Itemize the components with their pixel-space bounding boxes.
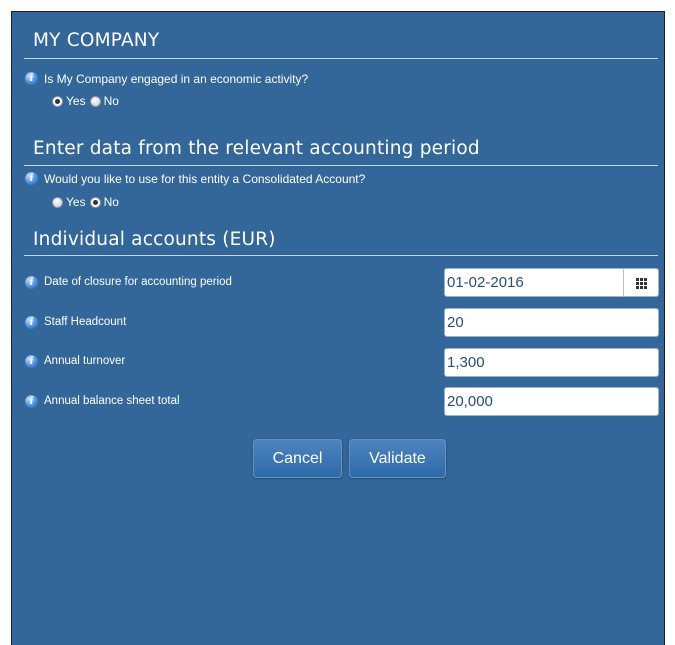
closure-date-label: Date of closure for accounting period — [44, 276, 232, 288]
economic-activity-no-label: No — [103, 94, 119, 108]
period-section-title: Enter data from the relevant accounting … — [33, 138, 480, 159]
annual-turnover-input[interactable]: 1,300 — [444, 348, 659, 377]
economic-activity-no-radio[interactable] — [89, 95, 101, 107]
economic-activity-yes-radio[interactable] — [52, 95, 63, 107]
accounts-section-divider — [24, 255, 658, 256]
company-section-title: MY COMPANY — [33, 30, 160, 51]
period-section-divider — [24, 165, 658, 166]
company-section-divider — [24, 58, 658, 59]
economic-activity-radio-group: Yes No — [52, 94, 123, 108]
closure-date-input[interactable]: 01-02-2016 — [444, 268, 624, 297]
consolidated-account-yes-label: Yes — [66, 195, 86, 209]
economic-activity-question: Is My Company engaged in an economic act… — [44, 72, 309, 86]
info-icon[interactable]: i — [25, 276, 38, 289]
economic-activity-yes-label: Yes — [66, 94, 86, 108]
consolidated-account-question: Would you like to use for this entity a … — [44, 172, 366, 186]
balance-sheet-total-input[interactable]: 20,000 — [444, 387, 659, 416]
info-icon[interactable]: i — [25, 72, 38, 85]
accounts-section-title: Individual accounts (EUR) — [33, 229, 276, 250]
annual-turnover-label: Annual turnover — [44, 355, 126, 367]
consolidated-account-no-label: No — [103, 195, 119, 209]
consolidated-account-no-radio[interactable] — [89, 196, 101, 208]
info-icon[interactable]: i — [25, 355, 38, 368]
calendar-icon — [636, 278, 647, 289]
staff-headcount-label: Staff Headcount — [44, 316, 127, 328]
info-icon[interactable]: i — [25, 395, 38, 408]
company-form-panel: MY COMPANY i Is My Company engaged in an… — [11, 11, 665, 645]
balance-sheet-total-label: Annual balance sheet total — [44, 395, 180, 407]
consolidated-account-yes-radio[interactable] — [52, 196, 63, 208]
validate-button[interactable]: Validate — [349, 439, 446, 478]
info-icon[interactable]: i — [25, 316, 38, 329]
staff-headcount-input[interactable]: 20 — [444, 308, 659, 337]
cancel-button[interactable]: Cancel — [253, 439, 342, 478]
consolidated-account-radio-group: Yes No — [52, 195, 123, 209]
info-icon[interactable]: i — [25, 172, 38, 185]
calendar-button[interactable] — [623, 268, 659, 297]
